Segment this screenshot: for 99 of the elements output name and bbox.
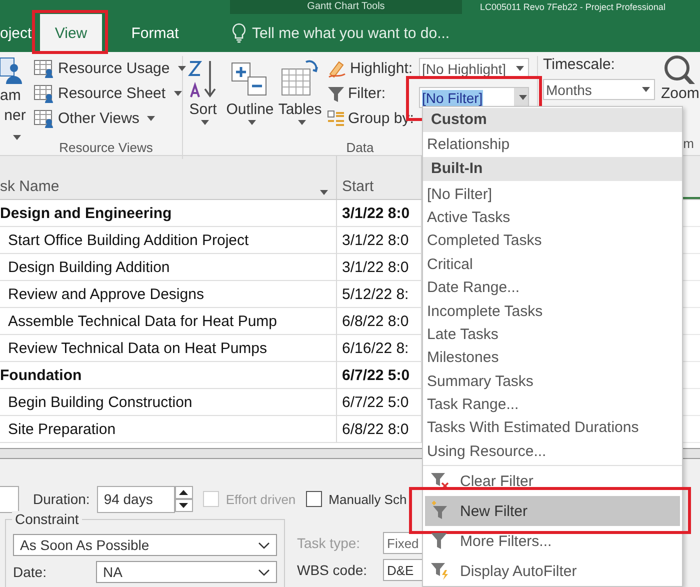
zoom-button[interactable]: Zoom: [659, 52, 700, 102]
team-planner-button[interactable]: am ner: [0, 52, 30, 146]
filter-icon: [430, 531, 450, 552]
menu-item[interactable]: Late Tasks: [423, 322, 682, 346]
lightbulb-icon: [232, 23, 246, 43]
autofilter-icon: [430, 561, 450, 582]
menu-item[interactable]: More Filters...: [425, 526, 680, 556]
menu-item[interactable]: Task Range...: [423, 392, 682, 416]
new-filter-icon: [430, 501, 450, 522]
task-name: Design and Engineering: [0, 204, 172, 222]
column-header: sk Name: [0, 178, 60, 195]
caret-icon: [298, 120, 306, 125]
down-arrow-icon: [179, 502, 188, 508]
ribbon-tab[interactable]: Format: [114, 14, 196, 52]
task-name: Foundation: [0, 366, 82, 384]
filter-dropdown[interactable]: [No Filter]: [419, 87, 529, 108]
menu-item[interactable]: Active Tasks: [423, 206, 682, 230]
caret-icon: [320, 190, 328, 195]
menu-item[interactable]: Milestones: [423, 346, 682, 370]
caret-icon: [13, 135, 21, 140]
checkbox-label: Effort driven: [226, 492, 296, 506]
start-date: 3/1/22 8:0: [342, 258, 409, 276]
up-arrow-icon: [179, 490, 188, 494]
duration-field[interactable]: 94 days: [96, 486, 175, 512]
sheet-icon: [34, 60, 54, 78]
constraint-dropdown[interactable]: As Soon As Possible: [13, 534, 277, 556]
magnifier-icon: [663, 54, 698, 84]
menu-item[interactable]: Date Range...: [423, 276, 682, 300]
start-date: 3/1/22 8:0: [342, 232, 409, 248]
start-date: 6/8/22 8:0: [342, 420, 409, 438]
field-label: Duration:: [33, 491, 90, 507]
checkbox[interactable]: [306, 491, 322, 507]
window-title: LC005011 Revo 7Feb22 - Project Professional: [480, 1, 666, 14]
field-label: Date:: [13, 564, 46, 580]
group-by-icon: [327, 110, 345, 128]
menu-section-header: Built-In: [423, 157, 682, 182]
task-name: Site Preparation: [8, 420, 116, 438]
caret-icon: [174, 91, 182, 96]
field-label: Timescale:: [543, 55, 616, 75]
menu-item[interactable]: Completed Tasks: [423, 229, 682, 253]
highlighter-icon: [327, 60, 347, 78]
group-label: m: [683, 136, 694, 151]
chevron-icon: [258, 542, 270, 548]
timescale-dropdown[interactable]: Months: [543, 79, 655, 100]
menu-item[interactable]: New Filter: [425, 496, 680, 526]
chevron-icon: [258, 568, 270, 576]
menu-item[interactable]: Tasks With Estimated Durations: [423, 416, 682, 440]
menu-section-header: Custom: [423, 108, 682, 132]
filter-icon: [327, 84, 345, 102]
sheet-icon: [34, 84, 54, 102]
field-label: Filter:: [348, 85, 386, 102]
menu-item[interactable]: Summary Tasks: [423, 370, 682, 393]
spin-up-button[interactable]: [174, 486, 193, 498]
group-label: Resource Views: [59, 140, 153, 155]
menu-item[interactable]: Incomplete Tasks: [423, 299, 682, 323]
caret-icon: [201, 120, 209, 125]
menu-item[interactable]: Clear Filter: [425, 466, 680, 496]
start-date: 6/7/22 5:0: [342, 394, 409, 410]
start-date: 3/1/22 8:0: [342, 204, 410, 222]
checkbox-label: Manually Sch: [328, 492, 407, 506]
group-title: Constraint: [12, 511, 82, 527]
caret-icon: [519, 95, 527, 100]
menu-item[interactable]: Display AutoFilter: [425, 556, 680, 586]
caret-icon: [178, 66, 186, 71]
start-date: 6/7/22 5:0: [342, 366, 410, 384]
context-tab-label: Gantt Chart Tools: [230, 0, 462, 14]
ribbon-tab[interactable]: oject: [0, 14, 40, 52]
ribbon-tab[interactable]: View: [40, 14, 102, 52]
task-name: Start Office Building Addition Project: [8, 232, 249, 248]
people-icon: [0, 56, 22, 86]
menu-item[interactable]: Critical: [423, 252, 682, 276]
tell-me-field[interactable]: Tell me what you want to do...: [252, 24, 450, 42]
caret-icon: [516, 66, 524, 71]
task-name: Assemble Technical Data for Heat Pump: [8, 312, 278, 330]
column-header: Start: [342, 178, 374, 195]
wbs-code-field[interactable]: D&E: [383, 559, 423, 581]
ribbon-button[interactable]: Tables: [277, 56, 323, 139]
start-date: 5/12/22 8:: [342, 286, 409, 302]
field-label: Task type:: [297, 535, 362, 551]
menu-item[interactable]: Relationship: [423, 133, 682, 156]
caret-icon: [642, 87, 650, 92]
caret-icon: [147, 116, 156, 121]
task-name: Begin Building Construction: [8, 394, 192, 410]
menu-item[interactable]: [No Filter]: [423, 182, 682, 206]
start-date: 6/8/22 8:0: [342, 312, 409, 330]
sort-icon: [188, 59, 218, 99]
task-name: Review Technical Data on Heat Pumps: [8, 340, 268, 356]
menu-item[interactable]: Using Resource...: [423, 440, 682, 464]
start-date: 6/16/22 8:: [342, 340, 409, 356]
field-label: WBS code:: [297, 562, 368, 578]
group-label: Data: [346, 140, 374, 155]
field-label: Highlight:: [350, 60, 413, 77]
date-dropdown[interactable]: NA: [96, 561, 277, 583]
task-name: Review and Approve Designs: [8, 286, 204, 302]
input-field[interactable]: [0, 486, 19, 512]
ribbon-button[interactable]: Outline: [223, 56, 277, 139]
sheet-icon: [34, 110, 54, 128]
caret-icon: [248, 120, 256, 125]
task-name: Design Building Addition: [8, 258, 170, 276]
